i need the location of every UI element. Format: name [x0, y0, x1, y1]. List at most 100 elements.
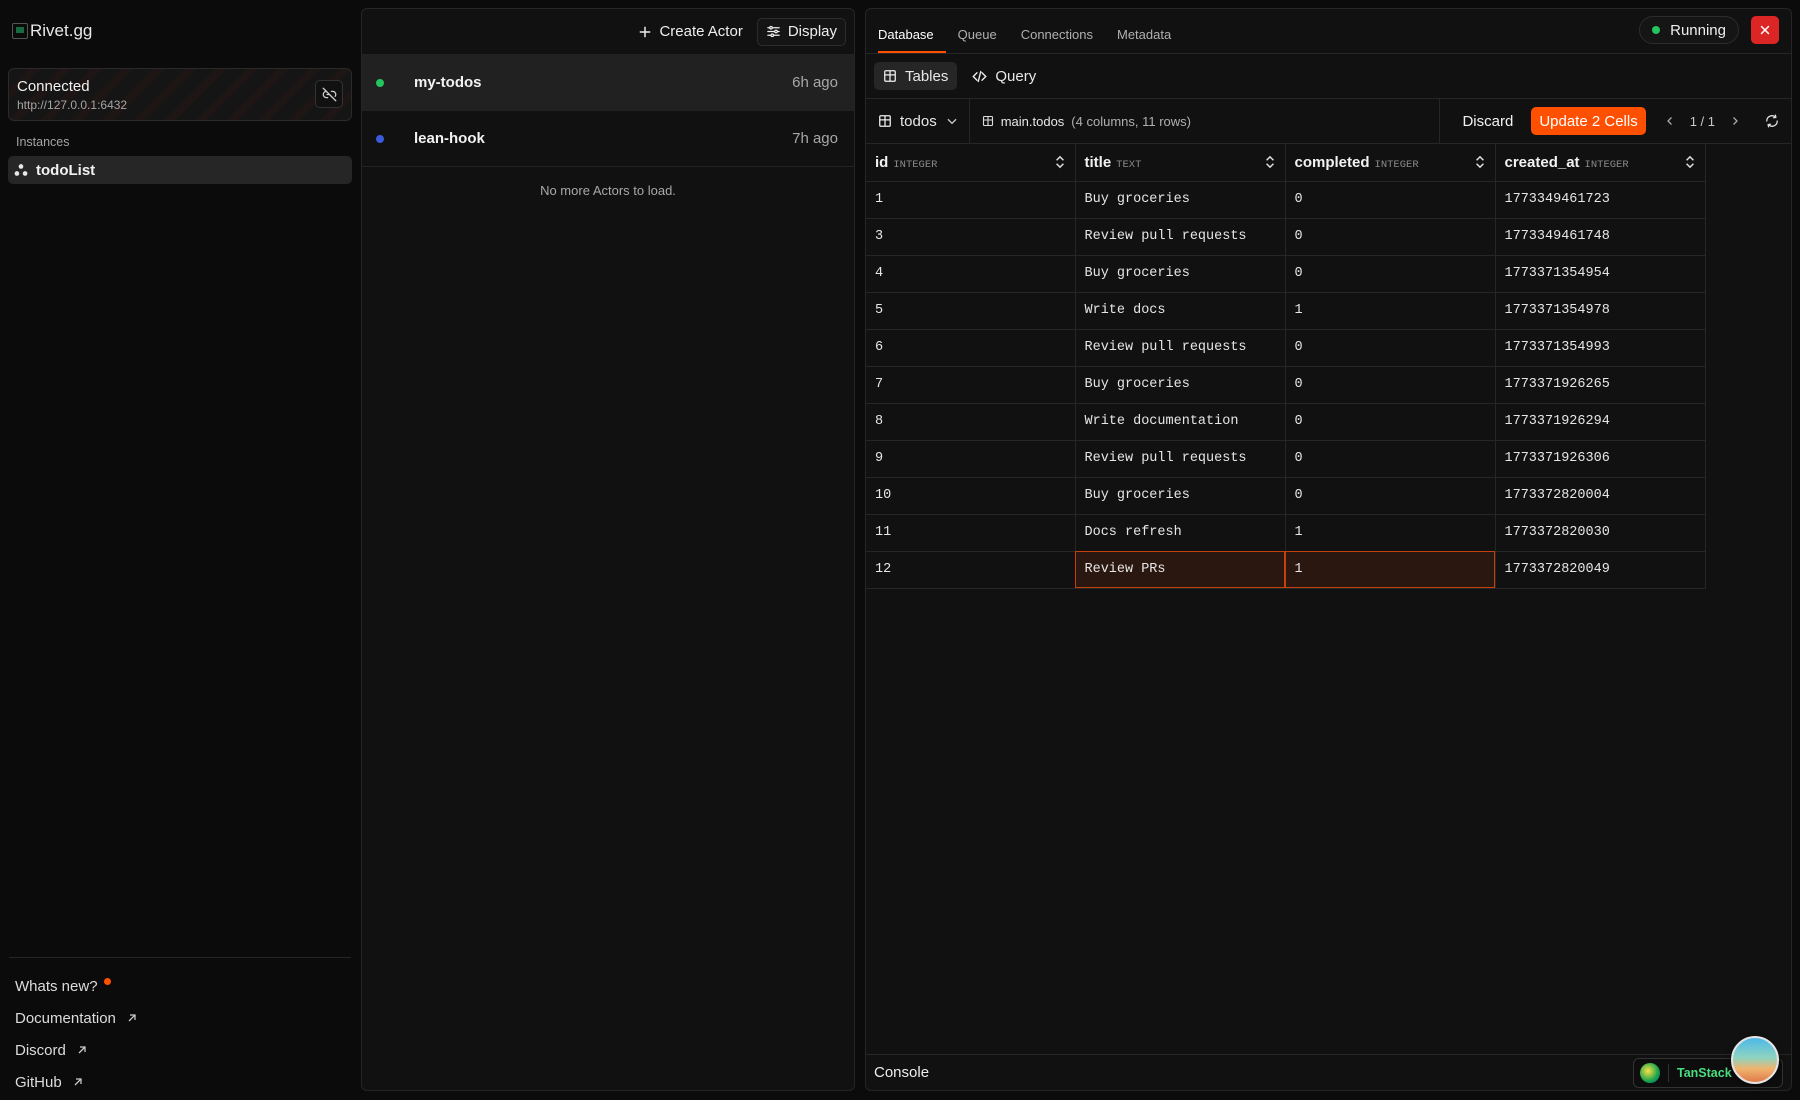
table-cell-completed[interactable]: 1 [1285, 292, 1496, 330]
table-cell-title[interactable]: Docs refresh [1075, 514, 1286, 552]
data-table: id INTEGER title TEXT completed INTEGER create… [866, 144, 1706, 589]
table-cell-title[interactable]: Write documentation [1075, 403, 1286, 441]
code-icon [972, 70, 988, 82]
table-cell-completed[interactable]: 0 [1285, 329, 1496, 367]
actor-row-lean-hook[interactable]: lean-hook 7h ago [362, 110, 854, 166]
devtools-orb-icon[interactable] [1731, 1036, 1779, 1084]
table-cell-id[interactable]: 10 [866, 477, 1076, 515]
table-cell-created-at[interactable]: 1773371926294 [1495, 403, 1706, 441]
display-button[interactable]: Display [756, 17, 846, 46]
tab-tables[interactable]: Tables [874, 62, 958, 90]
tab-queue[interactable]: Queue [946, 27, 1009, 53]
table-cell-title[interactable]: Review pull requests [1075, 440, 1286, 478]
table-cell-created-at[interactable]: 1773349461723 [1495, 181, 1706, 219]
table-cell-completed[interactable]: 0 [1285, 477, 1496, 515]
tab-metadata[interactable]: Metadata [1105, 27, 1183, 53]
status-label: Running [1670, 21, 1726, 39]
table-cell-title[interactable]: Review PRs [1075, 551, 1286, 589]
table-cell-title[interactable]: Buy groceries [1075, 477, 1286, 515]
table-cell-created-at[interactable]: 1773372820030 [1495, 514, 1706, 552]
table-cell-title[interactable]: Review pull requests [1075, 329, 1286, 367]
update-cells-button[interactable]: Update 2 Cells [1531, 107, 1646, 135]
table-cell-created-at[interactable]: 1773349461748 [1495, 218, 1706, 256]
table-cell-id[interactable]: 6 [866, 329, 1076, 367]
table-name: main.todos [1000, 113, 1065, 129]
table-cell-id[interactable]: 4 [866, 255, 1076, 293]
chevron-left-icon[interactable] [1664, 115, 1676, 127]
github-label: GitHub [15, 1073, 62, 1091]
table-row: 8 Write documentation 0 1773371926294 [866, 403, 1706, 441]
table-row: 3 Review pull requests 0 1773349461748 [866, 218, 1706, 256]
actor-row-my-todos[interactable]: my-todos 6h ago [362, 54, 854, 110]
disconnect-button[interactable] [315, 80, 343, 108]
tab-database[interactable]: Database [878, 27, 946, 53]
column-header-title[interactable]: title TEXT [1075, 144, 1286, 182]
table-cell-completed[interactable]: 1 [1285, 514, 1496, 552]
sidebar-footer: Whats new? Documentation Discord GitHub [15, 970, 138, 1098]
table-cell-id[interactable]: 8 [866, 403, 1076, 441]
table-cell-created-at[interactable]: 1773371354993 [1495, 329, 1706, 367]
table-cell-completed[interactable]: 0 [1285, 403, 1496, 441]
table-cell-completed[interactable]: 0 [1285, 181, 1496, 219]
create-actor-button[interactable]: Create Actor [630, 18, 750, 46]
documentation-link[interactable]: Documentation [15, 1002, 138, 1034]
table-cell-completed[interactable]: 0 [1285, 255, 1496, 293]
column-header-completed[interactable]: completed INTEGER [1285, 144, 1496, 182]
actor-name: lean-hook [414, 130, 485, 147]
chevron-right-icon[interactable] [1729, 115, 1741, 127]
column-header-id[interactable]: id INTEGER [866, 144, 1076, 182]
table-cell-created-at[interactable]: 1773371354978 [1495, 292, 1706, 330]
rivet-logo[interactable]: Rivet.gg [12, 21, 92, 41]
table-cell-id[interactable]: 5 [866, 292, 1076, 330]
column-header-created-at[interactable]: created_at INTEGER [1495, 144, 1706, 182]
actor-status-dot [376, 78, 384, 87]
nodes-icon [14, 164, 28, 176]
sort-icon[interactable] [1473, 154, 1487, 170]
table-cell-id[interactable]: 9 [866, 440, 1076, 478]
instance-item-todolist[interactable]: todoList [8, 156, 352, 184]
table-cell-completed[interactable]: 0 [1285, 366, 1496, 404]
table-cell-title[interactable]: Buy groceries [1075, 366, 1286, 404]
table-icon [879, 115, 891, 127]
pagination: 1 / 1 [1664, 114, 1741, 129]
github-link[interactable]: GitHub [15, 1066, 138, 1098]
table-cell-title[interactable]: Write docs [1075, 292, 1286, 330]
table-icon [982, 115, 993, 127]
table-cell-id[interactable]: 11 [866, 514, 1076, 552]
table-cell-title[interactable]: Buy groceries [1075, 255, 1286, 293]
table-info: main.todos (4 columns, 11 rows) [970, 114, 1191, 129]
table-cell-title[interactable]: Buy groceries [1075, 181, 1286, 219]
tab-query[interactable]: Query [963, 62, 1045, 90]
discord-link[interactable]: Discord [15, 1034, 138, 1066]
table-cell-created-at[interactable]: 1773372820049 [1495, 551, 1706, 589]
table-cell-title[interactable]: Review pull requests [1075, 218, 1286, 256]
stop-actor-button[interactable] [1751, 16, 1779, 44]
sidebar: Rivet.gg Connected http://127.0.0.1:6432… [0, 0, 360, 1100]
sort-icon[interactable] [1683, 154, 1697, 170]
table-cell-completed[interactable]: 0 [1285, 218, 1496, 256]
table-row: 5 Write docs 1 1773371354978 [866, 292, 1706, 330]
table-cell-created-at[interactable]: 1773371926306 [1495, 440, 1706, 478]
sort-icon[interactable] [1263, 154, 1277, 170]
column-type: TEXT [1116, 158, 1142, 171]
table-cell-created-at[interactable]: 1773372820004 [1495, 477, 1706, 515]
table-cell-id[interactable]: 3 [866, 218, 1076, 256]
table-cell-created-at[interactable]: 1773371354954 [1495, 255, 1706, 293]
table-cell-completed[interactable]: 0 [1285, 440, 1496, 478]
table-cell-id[interactable]: 1 [866, 181, 1076, 219]
table-icon [884, 70, 896, 82]
running-dot [1652, 26, 1661, 34]
whats-new-link[interactable]: Whats new? [15, 970, 138, 1002]
table-select[interactable]: todos [866, 99, 970, 143]
table-cell-completed[interactable]: 1 [1285, 551, 1496, 589]
table-cell-id[interactable]: 12 [866, 551, 1076, 589]
table-cell-id[interactable]: 7 [866, 366, 1076, 404]
sort-icon[interactable] [1053, 154, 1067, 170]
external-link-icon [78, 1046, 86, 1054]
table-row: 4 Buy groceries 0 1773371354954 [866, 255, 1706, 293]
discard-button[interactable]: Discard [1454, 113, 1521, 130]
table-cell-created-at[interactable]: 1773371926265 [1495, 366, 1706, 404]
page-indicator: 1 / 1 [1689, 113, 1715, 129]
refresh-icon[interactable] [1765, 114, 1779, 128]
tab-connections[interactable]: Connections [1009, 27, 1105, 53]
